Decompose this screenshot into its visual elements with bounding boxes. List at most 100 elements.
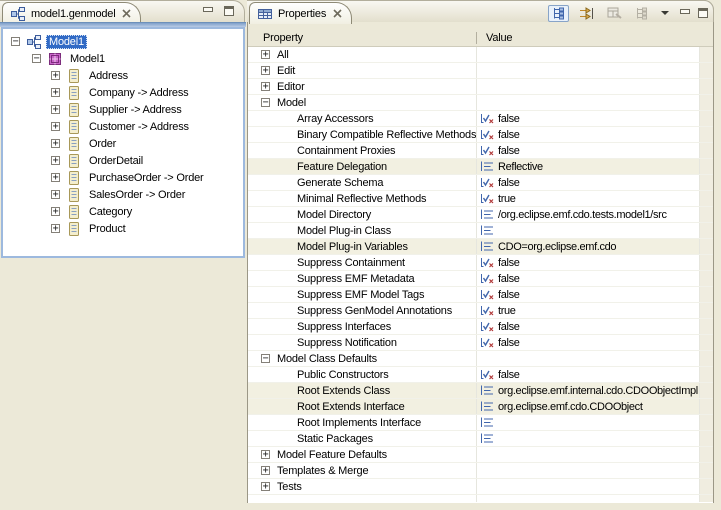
view-menu-icon[interactable] [659, 10, 671, 16]
expand-toggle-icon[interactable]: + [51, 156, 60, 165]
expand-toggle-icon[interactable]: + [51, 139, 60, 148]
value-cell[interactable]: false [477, 367, 700, 382]
expand-toggle-icon[interactable]: + [261, 82, 270, 91]
minimize-icon[interactable] [679, 9, 690, 18]
tree-item[interactable]: + SalesOrder -> Order [3, 186, 243, 203]
expand-toggle-icon[interactable]: + [261, 66, 270, 75]
table-row[interactable]: Suppress EMF Metadata false [248, 271, 713, 287]
table-row[interactable]: + All [248, 47, 713, 63]
value-cell[interactable] [477, 223, 700, 238]
table-row[interactable]: Public Constructors false [248, 367, 713, 383]
tree-item[interactable]: − Model1 [3, 33, 243, 50]
value-cell[interactable] [477, 47, 700, 62]
restore-default-value-button[interactable] [605, 6, 624, 20]
maximize-icon[interactable] [224, 6, 234, 16]
expand-toggle-icon[interactable]: + [51, 71, 60, 80]
tree-item[interactable]: + Address [3, 67, 243, 84]
table-row[interactable]: Suppress EMF Model Tags false [248, 287, 713, 303]
expand-toggle-icon[interactable]: − [11, 37, 20, 46]
value-cell[interactable] [477, 415, 700, 430]
pin-to-selection-button[interactable] [632, 6, 651, 21]
tree-item[interactable]: + PurchaseOrder -> Order [3, 169, 243, 186]
value-cell[interactable] [477, 95, 700, 110]
table-row[interactable]: Model Plug-in Class [248, 223, 713, 239]
table-row[interactable]: Minimal Reflective Methods true [248, 191, 713, 207]
value-cell[interactable] [477, 463, 700, 478]
expand-toggle-icon[interactable]: + [51, 122, 60, 131]
table-row[interactable]: + Edit [248, 63, 713, 79]
table-row[interactable]: Suppress Containment false [248, 255, 713, 271]
close-icon[interactable] [122, 9, 131, 18]
value-cell[interactable]: true [477, 303, 700, 318]
value-cell[interactable]: false [477, 255, 700, 270]
table-row[interactable]: Array Accessors false [248, 111, 713, 127]
table-row[interactable]: Containment Proxies false [248, 143, 713, 159]
table-row[interactable]: Suppress Interfaces false [248, 319, 713, 335]
value-cell[interactable] [477, 431, 700, 446]
properties-tab[interactable]: Properties [249, 2, 352, 24]
expand-toggle-icon[interactable]: − [261, 354, 270, 363]
table-row[interactable]: Generate Schema false [248, 175, 713, 191]
expand-toggle-icon[interactable]: + [261, 482, 270, 491]
expand-toggle-icon[interactable]: + [261, 450, 270, 459]
show-advanced-properties-button[interactable] [577, 6, 597, 21]
table-row[interactable]: Static Packages [248, 431, 713, 447]
tree-item[interactable]: + Company -> Address [3, 84, 243, 101]
table-row[interactable]: Suppress GenModel Annotations true [248, 303, 713, 319]
minimize-icon[interactable] [202, 7, 213, 16]
table-row[interactable]: Feature Delegation Reflective [248, 159, 713, 175]
table-row[interactable]: Suppress Notification false [248, 335, 713, 351]
value-cell[interactable] [477, 79, 700, 94]
tree-item[interactable]: + Product [3, 220, 243, 237]
close-icon[interactable] [333, 9, 342, 18]
expand-toggle-icon[interactable]: + [51, 173, 60, 182]
show-categories-button[interactable] [548, 5, 569, 22]
table-row[interactable]: Root Extends Class org.eclipse.emf.inter… [248, 383, 713, 399]
value-cell[interactable] [477, 479, 700, 494]
value-cell[interactable]: true [477, 191, 700, 206]
tree-item[interactable]: + Order [3, 135, 243, 152]
value-cell[interactable]: Reflective [477, 159, 700, 174]
tree-item[interactable]: − Model1 [3, 50, 243, 67]
value-cell[interactable]: false [477, 127, 700, 142]
expand-toggle-icon[interactable]: + [51, 190, 60, 199]
table-row[interactable]: Root Implements Interface [248, 415, 713, 431]
expand-toggle-icon[interactable]: + [51, 105, 60, 114]
expand-toggle-icon[interactable]: + [51, 224, 60, 233]
editor-tab[interactable]: model1.genmodel [2, 2, 141, 24]
value-cell[interactable] [477, 351, 700, 366]
table-row[interactable]: Root Extends Interface org.eclipse.emf.c… [248, 399, 713, 415]
value-cell[interactable]: false [477, 319, 700, 334]
expand-toggle-icon[interactable]: + [261, 466, 270, 475]
expand-toggle-icon[interactable]: + [51, 88, 60, 97]
value-cell[interactable] [477, 447, 700, 462]
value-cell[interactable]: org.eclipse.emf.cdo.CDOObject [477, 399, 700, 414]
value-cell[interactable]: false [477, 175, 700, 190]
tree-item[interactable]: + Category [3, 203, 243, 220]
value-cell[interactable]: false [477, 111, 700, 126]
expand-toggle-icon[interactable]: + [261, 50, 270, 59]
tree-item[interactable]: + Supplier -> Address [3, 101, 243, 118]
table-row[interactable]: + Editor [248, 79, 713, 95]
table-row[interactable]: + Tests [248, 479, 713, 495]
expand-toggle-icon[interactable]: − [32, 54, 41, 63]
value-cell[interactable]: CDO=org.eclipse.emf.cdo [477, 239, 700, 254]
table-row[interactable]: + Templates & Merge [248, 463, 713, 479]
value-cell[interactable]: false [477, 143, 700, 158]
table-row[interactable]: Model Plug-in Variables CDO=org.eclipse.… [248, 239, 713, 255]
table-row[interactable]: Binary Compatible Reflective Methods fal… [248, 127, 713, 143]
maximize-icon[interactable] [698, 8, 708, 18]
expand-toggle-icon[interactable]: + [51, 207, 60, 216]
value-cell[interactable]: false [477, 271, 700, 286]
value-cell[interactable]: /org.eclipse.emf.cdo.tests.model1/src [477, 207, 700, 222]
table-row[interactable]: + Model Feature Defaults [248, 447, 713, 463]
expand-toggle-icon[interactable]: − [261, 98, 270, 107]
value-cell[interactable] [477, 63, 700, 78]
table-row[interactable]: Model Directory /org.eclipse.emf.cdo.tes… [248, 207, 713, 223]
table-row[interactable]: − Model [248, 95, 713, 111]
value-cell[interactable]: false [477, 335, 700, 350]
tree-item[interactable]: + Customer -> Address [3, 118, 243, 135]
table-row[interactable]: − Model Class Defaults [248, 351, 713, 367]
column-divider[interactable] [476, 32, 477, 44]
value-cell[interactable]: false [477, 287, 700, 302]
